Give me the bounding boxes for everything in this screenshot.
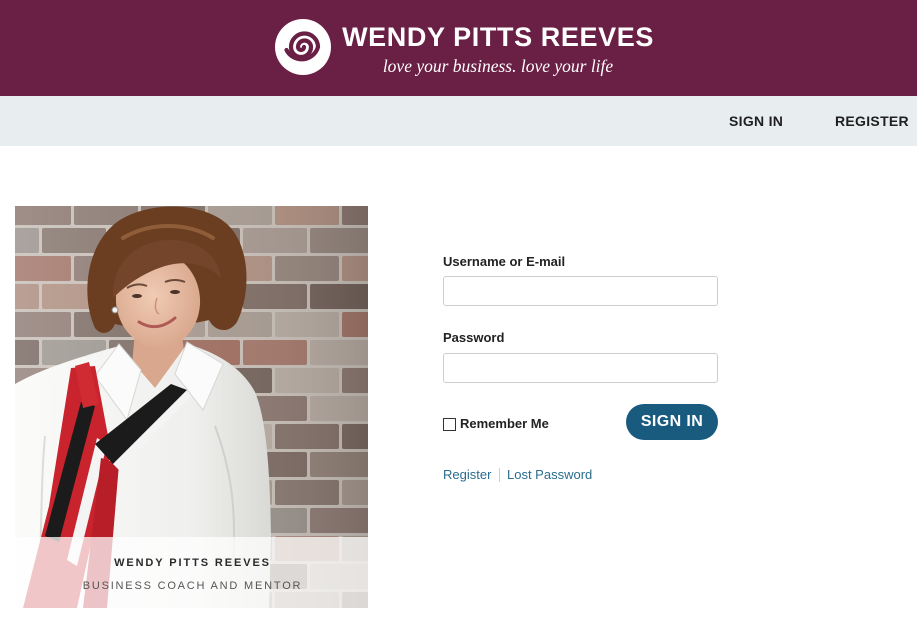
password-input[interactable] <box>443 353 718 383</box>
nav-register[interactable]: REGISTER <box>835 96 909 146</box>
brand-tagline: love your business. love your life <box>382 56 614 76</box>
username-input[interactable] <box>443 276 718 306</box>
site-header: WENDY PITTS REEVES love your business. l… <box>0 0 917 96</box>
page: WENDY PITTS REEVES love your business. l… <box>0 0 917 625</box>
profile-name: WENDY PITTS REEVES <box>114 557 271 569</box>
username-label: Username or E-mail <box>443 254 566 269</box>
right-eye <box>170 290 180 294</box>
left-eye <box>132 294 142 298</box>
home-logo-link[interactable]: WENDY PITTS REEVES love your business. l… <box>270 14 662 86</box>
register-link[interactable]: Register <box>443 467 491 483</box>
swirl-icon <box>275 19 331 75</box>
brand-name: WENDY PITTS REEVES <box>342 22 654 52</box>
main-nav: SIGN IN REGISTER <box>0 96 917 146</box>
nav-sign-in[interactable]: SIGN IN <box>729 96 783 146</box>
lost-password-link[interactable]: Lost Password <box>507 467 592 483</box>
remember-me-checkbox[interactable] <box>443 418 456 431</box>
sign-in-button[interactable]: SIGN IN <box>626 404 718 440</box>
earring <box>111 306 119 314</box>
profile-caption: WENDY PITTS REEVES BUSINESS COACH AND ME… <box>15 537 368 608</box>
profile-title: BUSINESS COACH AND MENTOR <box>82 580 303 592</box>
link-separator <box>499 468 500 482</box>
remember-me-label[interactable]: Remember Me <box>460 416 549 432</box>
profile-card: WENDY PITTS REEVES BUSINESS COACH AND ME… <box>15 206 368 608</box>
password-label: Password <box>443 330 505 345</box>
login-form: Username or E-mail Password Remember Me … <box>443 250 723 490</box>
